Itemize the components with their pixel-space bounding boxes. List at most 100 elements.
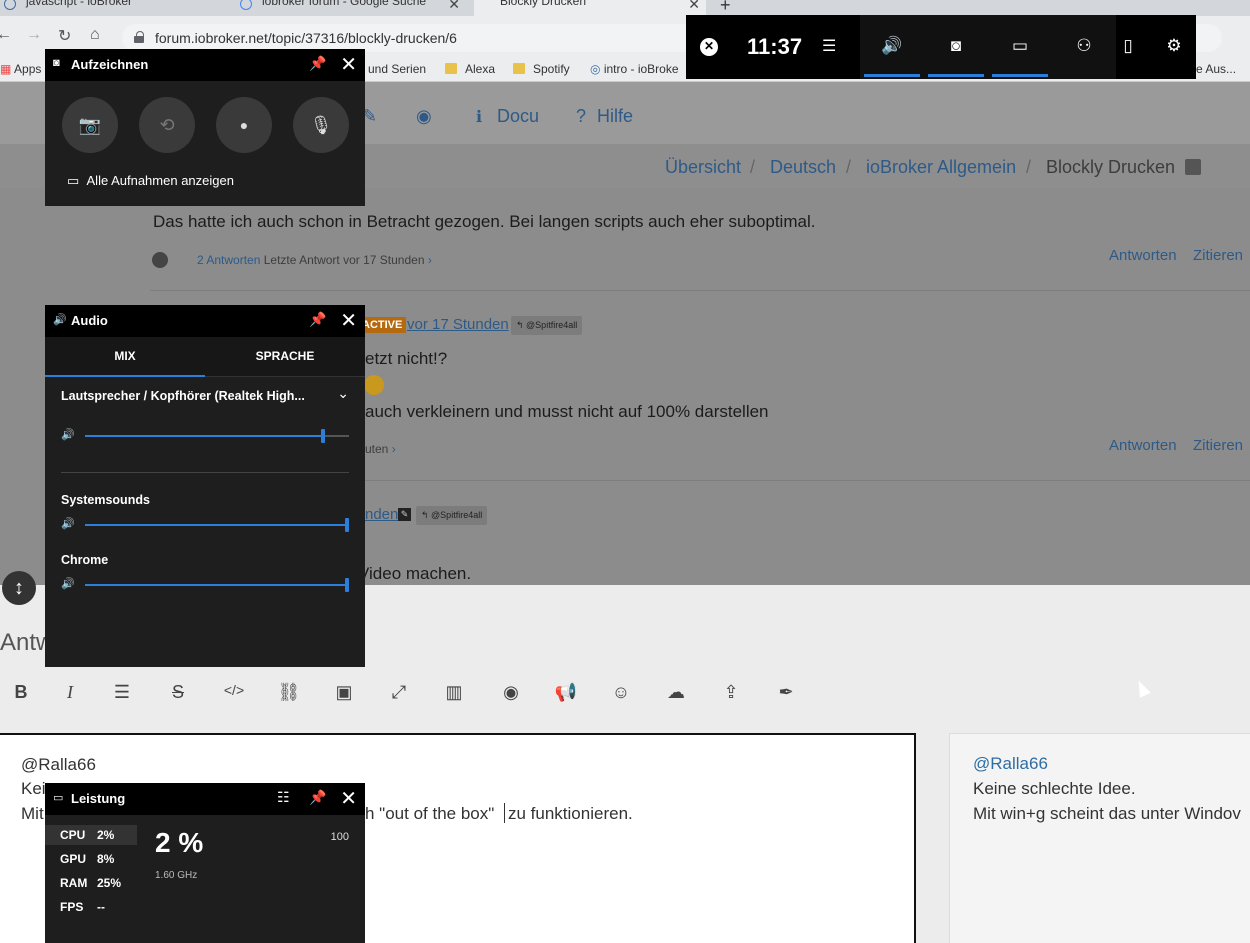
link-icon[interactable]: ⛓ [276,682,302,703]
italic-icon[interactable]: I [57,682,83,703]
tab-javascript[interactable]: javascript - ioBroker [0,0,228,16]
capture-header: ◙ Aufzeichnen 📌 ✕ [45,49,365,81]
screenshot-button[interactable]: 📷 [62,97,118,153]
chrome-volume-slider[interactable]: 🔊 [61,577,349,593]
emoji-icon[interactable]: ☺ [608,682,634,703]
close-tab-icon[interactable]: ✕ [448,0,460,13]
performance-icon: ▭ [53,792,64,804]
close-icon[interactable]: ✕ [340,786,357,811]
bookmark-apps[interactable]: ▦ Apps [0,62,41,76]
tab-mix[interactable]: MIX [45,349,205,377]
breadcrumb-deutsch[interactable]: Deutsch [770,157,836,178]
post-timestamp[interactable]: vor 17 Stunden [407,316,509,333]
performance-title: Leistung [71,791,126,806]
post-replies[interactable]: 2 Antworten Letzte Antwort vor 17 Stunde… [197,253,432,267]
capture-widget-icon[interactable]: ◙ [928,15,984,79]
gamebar-settings-area: ▯ ⚙ [1116,15,1196,79]
quote-button[interactable]: Zitieren [1193,247,1243,264]
performance-widget-icon[interactable]: ▭ [992,15,1048,79]
widget-menu-icon[interactable]: ☰ [822,36,836,56]
app-name: Chrome [61,553,109,567]
mouse-icon[interactable]: ▯ [1108,15,1148,79]
pin-icon[interactable]: 📌 [309,311,326,328]
strikethrough-icon[interactable]: S [165,682,191,703]
post-meta[interactable]: uten › [365,442,396,456]
nav-docu-link[interactable]: Docu [497,106,539,127]
reply-to-chip[interactable]: ↰ @Spitfire4all [511,316,583,335]
avatar[interactable] [152,252,168,268]
settings-gear-icon[interactable]: ⚙ [1154,15,1194,79]
home-icon[interactable]: ⌂ [90,26,100,44]
preview-eye-icon[interactable]: ◉ [498,682,524,703]
tab-sprache[interactable]: SPRACHE [205,349,365,363]
perf-fps-row[interactable]: FPS -- [45,897,137,917]
cloud-upload-icon[interactable]: ☁ [663,682,689,703]
tab-title: iobroker forum - Google Suche [262,0,427,8]
new-tab-icon[interactable]: + [720,0,731,16]
markdown-preview: @Ralla66 Keine schlechte Idee. Mit win+g… [949,733,1250,943]
social-widget-icon[interactable]: ⚇ [1056,15,1112,79]
github-icon[interactable]: ◉ [416,106,432,127]
tab-google-search[interactable]: iobroker forum - Google Suche ✕ [236,0,466,16]
pin-icon[interactable]: 📌 [309,789,326,806]
pin-icon[interactable]: 📌 [309,55,326,72]
rss-icon[interactable] [1185,159,1201,175]
tab-blockly-drucken[interactable]: Blockly Drucken ✕ [474,0,706,16]
bookmark-spotify[interactable]: Spotify [513,62,570,76]
folder-icon [513,63,525,74]
device-volume-slider[interactable]: 🔊 [61,428,349,444]
options-icon[interactable]: ☷ [277,789,290,806]
breadcrumb-iobroker-allgemein[interactable]: ioBroker Allgemein [866,157,1016,178]
close-icon[interactable]: ✕ [340,308,357,333]
bookmark-intro[interactable]: ◎ intro - ioBroke [590,62,679,76]
color-picker-icon[interactable]: ✒ [773,682,799,703]
back-icon[interactable]: ← [0,26,12,44]
post-divider [150,290,1250,291]
code-icon[interactable]: </> [221,682,247,698]
close-tab-icon[interactable]: ✕ [688,0,700,13]
quote-button[interactable]: Zitieren [1193,437,1243,454]
resize-handle-icon[interactable]: ↕ [2,571,36,605]
record-last-button[interactable]: ⟲ [139,97,195,153]
perf-ram-row[interactable]: RAM 25% [45,873,137,893]
status-badge: ACTIVE [358,317,407,333]
breadcrumb-ubersicht[interactable]: Übersicht [665,157,741,178]
output-device-select[interactable]: Lautsprecher / Kopfhörer (Realtek High..… [61,389,305,403]
iobroker-favicon [4,0,16,10]
reply-button[interactable]: Antworten [1109,247,1177,264]
start-recording-button[interactable]: ● [216,97,272,153]
close-icon[interactable]: ✕ [340,52,357,77]
reply-button[interactable]: Antworten [1109,437,1177,454]
reload-icon[interactable]: ↻ [58,26,71,46]
cpu-usage-value: 2 % [155,827,204,858]
upload-icon[interactable]: ⇪ [718,682,744,703]
bold-icon[interactable]: B [8,682,34,703]
bookmark-alexa[interactable]: Alexa [445,62,495,76]
audio-widget-icon[interactable]: 🔊 [864,15,920,79]
fullscreen-icon[interactable]: ⤢ [386,682,412,703]
post-timestamp[interactable]: nden [365,506,398,523]
smile-emoji-icon [364,375,384,395]
perf-gpu-row[interactable]: GPU 8% [45,849,137,869]
app-name: Systemsounds [61,493,150,507]
bookmark-serien[interactable]: und Serien [368,62,426,76]
tab-title: Blockly Drucken [500,0,587,8]
xbox-icon[interactable] [700,38,718,56]
speaker-icon: 🔊 [53,314,67,326]
reply-to-chip[interactable]: ↰ @Spitfire4all [416,506,488,525]
chart-icon[interactable]: ▥ [441,682,467,703]
speaker-icon: 🔊 [61,578,75,590]
systemsounds-volume-slider[interactable]: 🔊 [61,517,349,533]
post-text: Das hatte ich auch schon in Betracht gez… [153,212,816,231]
chevron-down-icon[interactable]: ⌄ [337,385,349,402]
perf-cpu-row[interactable]: CPU 2% [45,825,137,845]
audio-tabs: MIX SPRACHE [45,337,365,377]
nav-hilfe-link[interactable]: Hilfe [597,106,633,127]
announce-icon[interactable]: 📢 [553,682,579,703]
forward-icon[interactable]: → [26,26,42,44]
list-icon[interactable]: ☰ [109,682,135,703]
show-all-captures-link[interactable]: ▭ Alle Aufnahmen anzeigen [67,173,234,189]
bookmark-more[interactable]: e Aus... [1196,62,1236,76]
image-icon[interactable]: ▣ [331,682,357,703]
mic-toggle-button[interactable]: 🎙 [293,97,349,153]
